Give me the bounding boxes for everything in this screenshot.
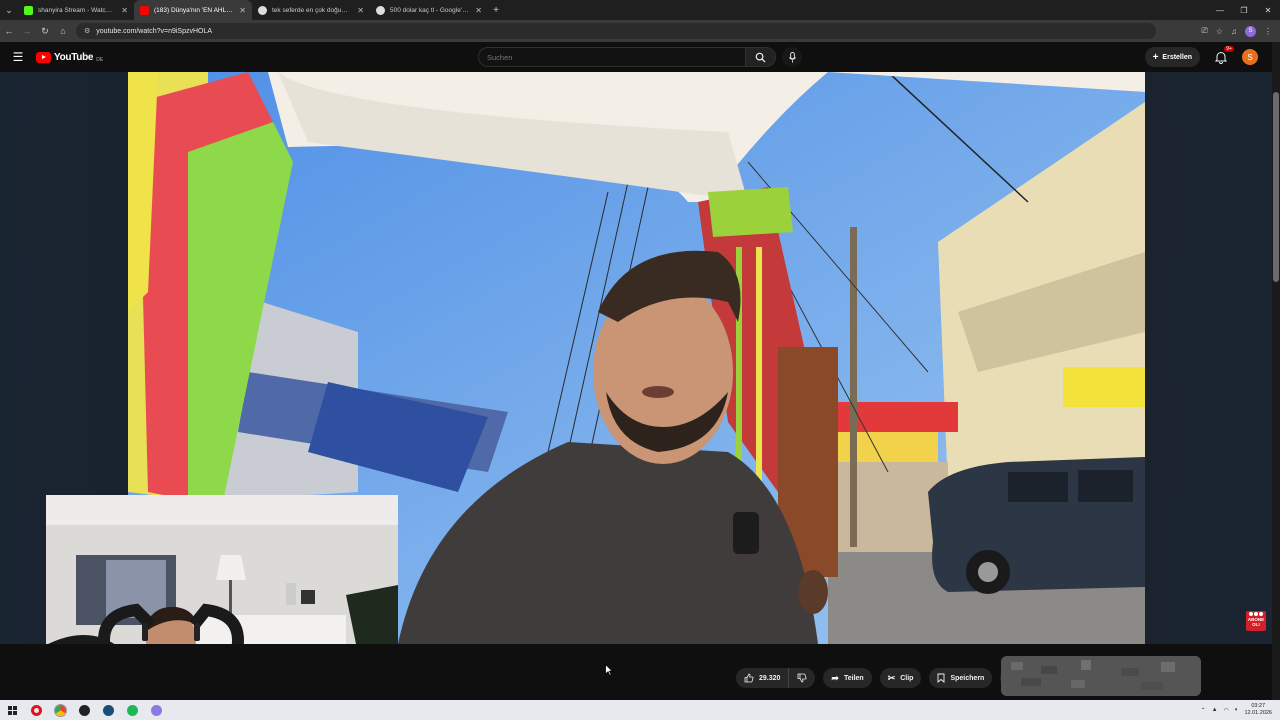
voice-search-button[interactable] (782, 47, 802, 67)
bell-icon (1215, 51, 1227, 64)
spotify-taskbar-icon[interactable] (120, 700, 144, 720)
address-bar-row: ← → ↻ ⌂ ⚙ youtube.com/watch?v=n9iSpzvHOL… (0, 20, 1280, 42)
youtube-favicon-icon (140, 5, 149, 15)
video-actions-bar: 29.320 ➦ Teilen ✂ Clip Speichern ··· (736, 668, 1021, 688)
logo-text: YouTube (54, 51, 94, 63)
forward-icon[interactable]: → (18, 20, 36, 42)
kick-favicon-icon (24, 5, 33, 15)
url-field[interactable]: ⚙ youtube.com/watch?v=n9iSpzvHOLA (76, 23, 1156, 39)
like-button[interactable]: 29.320 (736, 668, 790, 688)
create-button[interactable]: + Erstellen (1144, 47, 1200, 67)
install-app-icon[interactable]: ⎚ (1201, 26, 1207, 36)
chrome-taskbar-icon[interactable] (48, 700, 72, 720)
like-count: 29.320 (759, 674, 781, 682)
browser-menu-icon[interactable]: ⋮ (1264, 27, 1272, 36)
search-box (478, 47, 802, 67)
share-arrow-icon: ➦ (831, 672, 839, 683)
microphone-icon (788, 51, 796, 63)
restore-icon[interactable]: ❐ (1232, 0, 1256, 20)
tray-app-icon[interactable]: ▲ (1212, 707, 1218, 713)
browser-tab-youtube[interactable]: (183) Dünya'nın 'EN AHLAK ✕ (134, 0, 252, 20)
tab-title: shanyira Stream - Watch Live o (38, 6, 115, 14)
search-icon (755, 52, 766, 63)
home-icon[interactable]: ⌂ (54, 20, 72, 42)
tab-title: tek seferde en çok doğum yapı (272, 6, 351, 14)
browser-tab-google-2[interactable]: 500 dolar kaç tl - Google'da Ar ✕ (370, 0, 488, 20)
volume-icon[interactable]: 🔈︎ (1235, 707, 1239, 714)
messenger-taskbar-icon[interactable] (144, 700, 168, 720)
youtube-logo[interactable]: YouTube DE (36, 51, 103, 63)
windows-logo-icon (7, 705, 17, 715)
app-taskbar-icon[interactable] (72, 700, 96, 720)
new-tab-button[interactable]: + (488, 5, 504, 16)
notification-count-badge: 9+ (1224, 46, 1234, 52)
like-dislike-group: 29.320 (736, 668, 816, 688)
clock-time: 03:27 (1251, 703, 1266, 709)
share-label: Teilen (843, 674, 864, 682)
steam-taskbar-icon[interactable] (96, 700, 120, 720)
google-favicon-icon (376, 5, 385, 15)
guide-menu-icon[interactable]: ☰ (0, 50, 36, 64)
browser-tab-google-1[interactable]: tek seferde en çok doğum yapı ✕ (252, 0, 370, 20)
thumbs-down-icon (798, 673, 807, 683)
save-button[interactable]: Speichern (929, 668, 993, 688)
close-window-icon[interactable]: ✕ (1256, 0, 1280, 20)
mouse-cursor-icon (605, 664, 613, 676)
google-favicon-icon (258, 5, 267, 15)
network-icon[interactable]: ◠ (1224, 707, 1229, 714)
tab-close-icon[interactable]: ✕ (233, 6, 246, 15)
tab-title: 500 dolar kaç tl - Google'da Ar (390, 6, 470, 14)
youtube-masthead: ☰ YouTube DE + Erstellen 9+ S (0, 42, 1280, 72)
back-icon[interactable]: ← (0, 20, 18, 42)
tab-close-icon[interactable]: ✕ (115, 6, 128, 15)
account-avatar[interactable]: S (1242, 49, 1258, 65)
search-input[interactable] (478, 47, 746, 67)
url-text: youtube.com/watch?v=n9iSpzvHOLA (96, 27, 213, 35)
window-controls: — ❐ ✕ (1208, 0, 1280, 20)
pixelated-overlay (1001, 656, 1201, 696)
save-label: Speichern (950, 674, 985, 682)
tab-close-icon[interactable]: ✕ (469, 6, 482, 15)
scrollbar-thumb[interactable] (1273, 92, 1279, 282)
opera-taskbar-icon[interactable] (24, 700, 48, 720)
site-info-icon[interactable]: ⚙ (84, 27, 90, 35)
tab-close-icon[interactable]: ✕ (351, 6, 364, 15)
tab-title: (183) Dünya'nın 'EN AHLAK (154, 6, 234, 14)
youtube-play-icon (36, 51, 51, 63)
dislike-button[interactable] (789, 668, 815, 688)
clock-date: 12.01.2026 (1244, 710, 1272, 716)
page-scrollbar[interactable] (1272, 42, 1280, 700)
blurred-panel (1001, 656, 1201, 696)
subscribe-sticker-text: ABONE OL! (1247, 617, 1265, 627)
bookmark-star-icon[interactable]: ☆ (1216, 27, 1223, 36)
profile-avatar[interactable]: S (1245, 25, 1256, 37)
thumbs-up-icon (744, 673, 754, 683)
browser-tab-strip: ⌄ shanyira Stream - Watch Live o ✕ (183)… (0, 0, 1280, 20)
taskbar-clock[interactable]: 03:27 12.01.2026 (1244, 703, 1272, 717)
system-tray: ⌃ ▲ ◠ 🔈︎ 03:27 12.01.2026 (1201, 700, 1272, 720)
share-button[interactable]: ➦ Teilen (823, 668, 872, 688)
minimize-icon[interactable]: — (1208, 0, 1232, 20)
media-control-icon[interactable]: ♫ (1231, 27, 1237, 36)
tab-search-icon[interactable]: ⌄ (0, 0, 18, 20)
scissors-icon: ✂ (887, 672, 896, 683)
clip-button[interactable]: ✂ Clip (879, 668, 922, 688)
create-label: Erstellen (1162, 53, 1192, 61)
tray-chevron-icon[interactable]: ⌃ (1201, 707, 1206, 714)
notifications-button[interactable]: 9+ (1212, 46, 1234, 66)
search-button[interactable] (746, 47, 776, 67)
bookmark-icon (938, 673, 945, 683)
browser-tab-kick[interactable]: shanyira Stream - Watch Live o ✕ (18, 0, 134, 20)
windows-start-icon[interactable] (0, 700, 24, 720)
windows-taskbar: ⌃ ▲ ◠ 🔈︎ 03:27 12.01.2026 (0, 700, 1280, 720)
clip-label: Clip (900, 674, 914, 682)
plus-icon: + (1152, 51, 1159, 63)
reload-icon[interactable]: ↻ (36, 20, 54, 42)
region-code: DE (96, 57, 104, 63)
